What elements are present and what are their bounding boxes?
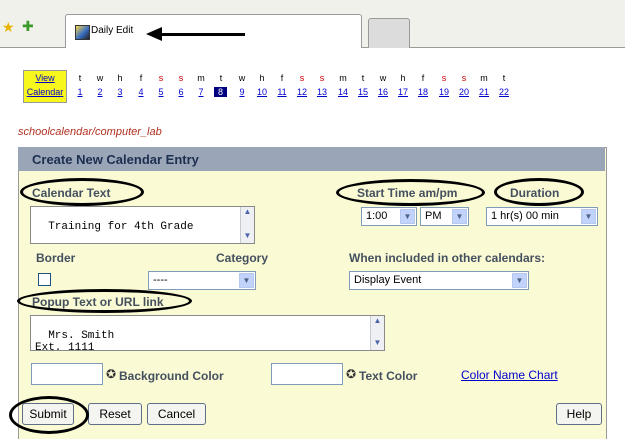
popup-text-value: Mrs. Smith Ext. 1111 — [35, 330, 115, 354]
add-bookmark-icon[interactable]: ✚ — [22, 19, 34, 33]
calendar-text-input[interactable]: Training for 4th Grade — [30, 206, 255, 244]
day-link-today[interactable]: 8 — [214, 87, 227, 97]
day-letter: h — [400, 73, 406, 83]
day-letter: w — [96, 73, 104, 83]
day-link[interactable]: 2 — [89, 87, 111, 97]
scroll-down-icon[interactable]: ▼ — [241, 231, 254, 241]
calendar-path: schoolcalendar/computer_lab — [18, 126, 162, 138]
day-link[interactable]: 12 — [291, 87, 313, 97]
calendar-text-value: Training for 4th Grade — [48, 221, 194, 233]
annotation-oval-duration — [494, 178, 584, 206]
annotation-oval-start-time — [336, 179, 485, 206]
chevron-down-icon: ▼ — [581, 209, 596, 224]
start-time-value: 1:00 — [366, 210, 388, 222]
page-favicon-icon — [75, 25, 90, 40]
text-color-picker-icon[interactable]: ✪ — [346, 367, 356, 381]
color-name-chart-link[interactable]: Color Name Chart — [461, 368, 558, 382]
tab-label: Daily Edit — [91, 25, 134, 36]
duration-select[interactable]: 1 hr(s) 00 min ▼ — [486, 207, 598, 226]
included-select[interactable]: Display Event ▼ — [349, 271, 529, 290]
new-tab-button[interactable] — [368, 18, 410, 48]
chevron-down-icon: ▼ — [452, 209, 467, 224]
chevron-down-icon: ▼ — [239, 273, 254, 288]
day-letter: s — [461, 73, 467, 83]
day-link[interactable]: 5 — [150, 87, 172, 97]
day-link[interactable]: 4 — [130, 87, 152, 97]
form-title: Create New Calendar Entry — [32, 152, 199, 167]
scroll-up-icon[interactable]: ▲ — [371, 316, 384, 326]
scroll-up-icon[interactable]: ▲ — [241, 207, 254, 217]
background-color-picker-icon[interactable]: ✪ — [106, 367, 116, 381]
text-color-input[interactable] — [271, 363, 343, 385]
day-letter: t — [502, 73, 506, 83]
included-value: Display Event — [354, 274, 422, 286]
day-link[interactable]: 15 — [352, 87, 374, 97]
day-letter: s — [319, 73, 325, 83]
category-value: ---- — [153, 274, 168, 286]
day-link[interactable]: 17 — [392, 87, 414, 97]
reset-button[interactable]: Reset — [88, 403, 142, 425]
cancel-button[interactable]: Cancel — [147, 403, 206, 425]
background-color-label: Background Color — [119, 369, 224, 383]
day-letter: f — [139, 73, 143, 83]
popup-text-input[interactable]: Mrs. Smith Ext. 1111 — [30, 315, 385, 354]
day-link[interactable]: 13 — [311, 87, 333, 97]
included-label: When included in other calendars: — [349, 251, 546, 265]
chevron-down-icon: ▼ — [400, 209, 415, 224]
category-select[interactable]: ---- ▼ — [148, 271, 256, 290]
popup-text-scrollbar[interactable]: ▲ ▼ — [370, 316, 384, 350]
annotation-oval-popup — [17, 289, 192, 313]
day-letter: t — [78, 73, 82, 83]
tab-daily-edit[interactable]: Daily Edit — [65, 14, 362, 48]
duration-value: 1 hr(s) 00 min — [491, 210, 559, 222]
chevron-down-icon: ▼ — [512, 273, 527, 288]
scroll-down-icon[interactable]: ▼ — [371, 338, 384, 348]
annotation-oval-calendar-text — [20, 178, 144, 206]
bookmark-star-icon[interactable]: ★ — [2, 20, 15, 34]
day-letter: w — [379, 73, 387, 83]
day-letter: s — [158, 73, 164, 83]
day-link[interactable]: 19 — [433, 87, 455, 97]
annotation-oval-submit — [9, 396, 89, 434]
day-letter: h — [259, 73, 265, 83]
day-letter: h — [117, 73, 123, 83]
category-label: Category — [216, 251, 269, 265]
day-letter: m — [339, 73, 347, 83]
day-link[interactable]: 18 — [412, 87, 434, 97]
help-button[interactable]: Help — [556, 403, 602, 425]
day-link[interactable]: 14 — [332, 87, 354, 97]
calendar-text-scrollbar[interactable]: ▲ ▼ — [240, 207, 254, 243]
day-link[interactable]: 7 — [190, 87, 212, 97]
day-letter: s — [299, 73, 305, 83]
day-letter: w — [238, 73, 246, 83]
ampm-value: PM — [425, 210, 442, 222]
day-letter: f — [280, 73, 284, 83]
day-letter: t — [219, 73, 223, 83]
background-color-input[interactable] — [31, 363, 103, 385]
day-link[interactable]: 3 — [109, 87, 131, 97]
day-letter: s — [441, 73, 447, 83]
border-label: Border — [36, 251, 76, 265]
view-calendar-button[interactable]: View Calendar — [23, 70, 67, 103]
day-link[interactable]: 22 — [493, 87, 515, 97]
day-link[interactable]: 9 — [231, 87, 253, 97]
border-checkbox[interactable] — [38, 273, 51, 286]
day-link[interactable]: 20 — [453, 87, 475, 97]
day-link[interactable]: 6 — [170, 87, 192, 97]
start-time-select[interactable]: 1:00 ▼ — [361, 207, 417, 226]
day-letter: t — [361, 73, 365, 83]
ampm-select[interactable]: PM ▼ — [420, 207, 469, 226]
day-letter: m — [197, 73, 205, 83]
day-link[interactable]: 16 — [372, 87, 394, 97]
day-link[interactable]: 1 — [69, 87, 91, 97]
day-letter: f — [421, 73, 425, 83]
day-link[interactable]: 21 — [473, 87, 495, 97]
day-letter: m — [480, 73, 488, 83]
day-letter: s — [178, 73, 184, 83]
day-link[interactable]: 11 — [271, 87, 293, 97]
text-color-label: Text Color — [359, 369, 418, 383]
day-link[interactable]: 10 — [251, 87, 273, 97]
annotation-arrow-line — [160, 33, 245, 36]
